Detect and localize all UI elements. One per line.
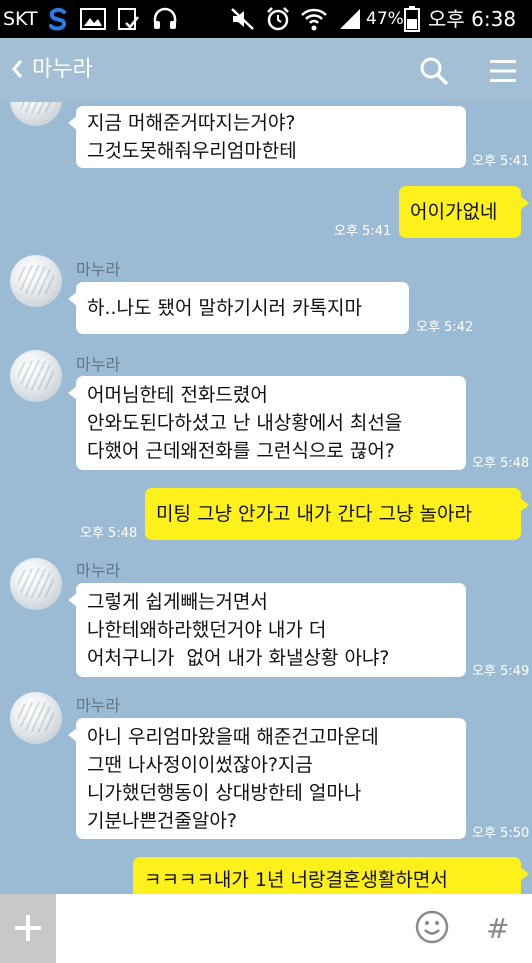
message-bubble-received[interactable]: 지금 머해준거따지는거야? 그것도못해줘우리엄마한테: [68, 106, 466, 168]
message-time: 오후 5:41: [472, 154, 530, 169]
message-time: 오후 5:49: [472, 664, 530, 679]
carrier-label: SKT: [3, 8, 38, 30]
mute-icon: [231, 8, 254, 30]
headphones-icon: [153, 7, 177, 29]
plus-icon: [15, 915, 41, 941]
sender-name: 마누라: [76, 355, 121, 374]
alarm-icon: [267, 7, 289, 31]
message-bubble-sent[interactable]: 미팅 그냥 안가고 내가 간다 그냥 놀아라: [145, 488, 529, 540]
message-bubble-received[interactable]: 그렇게 쉽게빼는거면서 나한테왜하라했던거야 내가 더 어처구니가 없어 내가 …: [68, 583, 466, 677]
message-bubble-sent[interactable]: ㅋㅋㅋㅋ내가 1년 너랑결혼생활하면서: [133, 857, 529, 894]
battery-icon: [404, 6, 420, 32]
sender-name: 마누라: [76, 260, 121, 279]
message-bubble-received[interactable]: 하..나도 됐어 말하기시러 카톡지마: [68, 282, 409, 334]
message-input[interactable]: [66, 894, 396, 963]
message-time: 오후 5:48: [80, 526, 138, 541]
chevron-left-icon[interactable]: [10, 58, 24, 80]
message-time: 오후 5:50: [472, 826, 530, 841]
message-bubble-sent[interactable]: 어이가없네: [399, 186, 529, 238]
avatar[interactable]: [10, 692, 62, 744]
search-icon[interactable]: [419, 56, 449, 86]
emoji-icon[interactable]: [415, 910, 449, 944]
chat-area[interactable]: 지금 머해준거따지는거야? 그것도못해줘우리엄마한테 오후 5:41 오후 5:…: [0, 102, 532, 894]
sender-name: 마누라: [76, 561, 121, 580]
message-bubble-received[interactable]: 어머님한테 전화드렸어 안와도된다하셨고 난 내상황에서 최선을 다했어 근데왜…: [68, 376, 466, 470]
hamburger-menu-icon[interactable]: [488, 56, 518, 86]
message-time: 오후 5:42: [416, 320, 474, 335]
status-bar: SKT 47% 오후 6:38: [0, 0, 532, 38]
carrier-s-icon: [49, 7, 67, 31]
hash-button[interactable]: #: [486, 894, 509, 963]
message-time: 오후 5:41: [334, 224, 392, 239]
plus-button[interactable]: [0, 894, 56, 963]
avatar[interactable]: [10, 558, 62, 610]
message-bubble-received[interactable]: 아니 우리엄마왔을때 해준건고마운데 그땐 나사정이이썼잖아?지금 니가했던행동…: [68, 718, 466, 839]
avatar[interactable]: [10, 102, 62, 126]
signal-icon: [340, 9, 360, 29]
clipboard-check-icon: [118, 8, 139, 30]
sender-name: 마누라: [76, 696, 121, 715]
chat-title: 마누라: [32, 57, 93, 82]
clock: 오후 6:38: [428, 7, 517, 31]
gallery-icon: [80, 8, 106, 30]
chat-header: 마누라: [0, 38, 532, 102]
avatar[interactable]: [10, 255, 62, 307]
wifi-icon: [301, 8, 327, 31]
battery-percent: 47%: [366, 9, 404, 29]
avatar[interactable]: [10, 350, 62, 402]
message-time: 오후 5:48: [472, 456, 530, 471]
input-bar: #: [0, 894, 532, 963]
